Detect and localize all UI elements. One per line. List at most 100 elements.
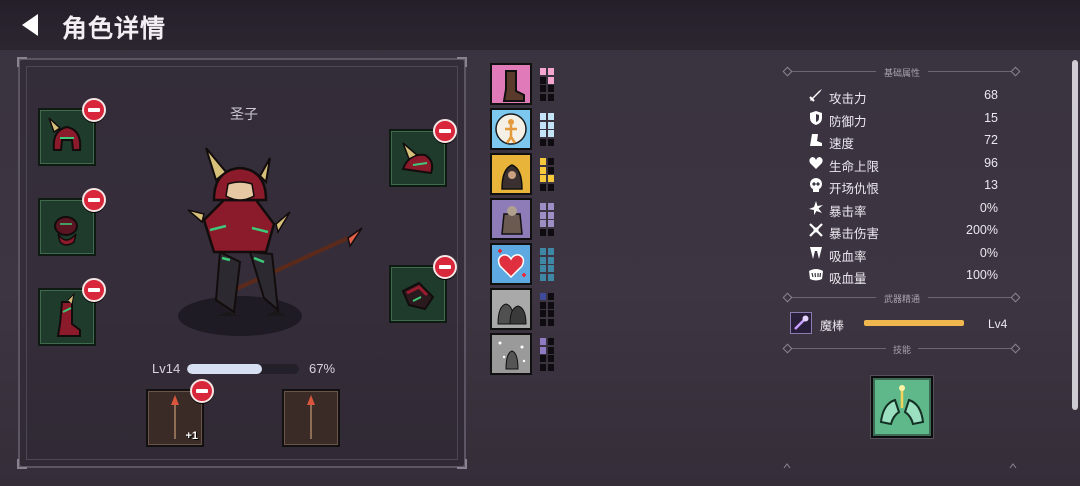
trait-tile[interactable] xyxy=(490,63,532,105)
weapon-slot-main[interactable]: +1 xyxy=(146,379,214,447)
section-header-weapon-mastery: 武器精通 xyxy=(782,292,1021,304)
trait-tile[interactable] xyxy=(490,153,532,195)
trait-pip-filled xyxy=(540,68,546,75)
dark-figures-icon xyxy=(497,303,527,325)
magic-wand-icon xyxy=(794,315,809,330)
next-section-divider xyxy=(783,463,1017,469)
weapon-mastery-name: 魔棒 xyxy=(820,319,845,333)
stat-label: 生命上限 xyxy=(829,159,880,174)
stat-row: 速度 72 xyxy=(808,132,1000,151)
crit-burst-icon xyxy=(809,200,823,215)
trait-stack-indicator xyxy=(540,158,556,192)
trait-pip-filled xyxy=(548,211,554,219)
equip-slot-gloves[interactable] xyxy=(389,255,457,323)
trait-pip-filled xyxy=(540,130,546,137)
scrollbar[interactable] xyxy=(1072,60,1078,410)
section-title: 武器精通 xyxy=(883,294,920,304)
trait-pip-filled xyxy=(540,338,546,345)
trait-pip-filled xyxy=(548,248,554,255)
back-button[interactable] xyxy=(18,12,44,38)
trait-pip-filled xyxy=(548,76,554,84)
xp-progress-fill xyxy=(187,364,263,374)
equip-slot-helmet[interactable] xyxy=(38,98,106,166)
panel-corner xyxy=(457,459,467,469)
section-title: 技能 xyxy=(892,345,911,355)
top-bar: 角色详情 xyxy=(0,0,1080,50)
trait-tile[interactable] xyxy=(490,108,532,150)
remove-equipment-button[interactable] xyxy=(82,188,106,212)
character-level: Lv14 xyxy=(152,361,181,376)
remove-weapon-button[interactable] xyxy=(190,379,214,403)
armored-knight-icon xyxy=(178,147,363,336)
panel-corner xyxy=(17,57,27,67)
trait-pip-empty xyxy=(548,355,554,362)
section-header-base-stats: 基础属性 xyxy=(782,66,1021,78)
panel-corner xyxy=(17,459,27,469)
stat-value: 0% xyxy=(979,245,998,260)
trait-pip-empty xyxy=(540,93,546,101)
equip-slot-armor[interactable] xyxy=(38,188,106,256)
stat-label: 攻击力 xyxy=(829,92,867,106)
stat-row: 攻击力 68 xyxy=(808,87,1000,106)
trait-tile[interactable] xyxy=(490,243,532,285)
trait-tile[interactable] xyxy=(490,288,532,330)
section-title: 基础属性 xyxy=(883,68,920,78)
stat-value: 100% xyxy=(966,268,998,282)
trait-pip-filled xyxy=(540,113,546,120)
trait-pip-empty xyxy=(540,183,546,191)
trait-pip-empty xyxy=(540,363,546,371)
trait-tile[interactable] xyxy=(490,333,532,375)
remove-equipment-button[interactable] xyxy=(82,278,106,302)
weapon-mastery-item[interactable] xyxy=(790,312,812,334)
trait-pip-filled xyxy=(540,256,546,264)
trait-pip-filled xyxy=(540,211,546,219)
stat-label: 速度 xyxy=(829,137,855,151)
snow-figure-icon xyxy=(498,341,526,370)
stat-row: 暴击伤害 200% xyxy=(808,222,1000,241)
trait-tile[interactable] xyxy=(490,198,532,240)
character-name: 圣子 xyxy=(230,106,258,122)
trait-pip-empty xyxy=(540,355,546,362)
heart-heal-icon xyxy=(497,249,526,279)
stat-value: 15 xyxy=(984,110,998,125)
back-arrow-icon xyxy=(22,14,38,36)
sword-icon xyxy=(809,89,822,102)
trait-pip-filled xyxy=(548,203,554,210)
trait-stack-indicator xyxy=(540,68,556,102)
jaw-icon xyxy=(809,269,823,281)
hooded-rogue-icon xyxy=(501,164,523,190)
armored-warrior-icon xyxy=(501,206,523,235)
skill-slot[interactable] xyxy=(871,376,933,438)
equip-slot-boots[interactable] xyxy=(38,278,106,346)
fang-icon xyxy=(810,246,822,259)
remove-equipment-button[interactable] xyxy=(433,119,457,143)
trait-pip-filled xyxy=(540,273,546,281)
trait-pip-empty xyxy=(548,85,554,92)
stat-label: 防御力 xyxy=(829,114,867,129)
equip-slot-accessory[interactable] xyxy=(389,119,457,187)
remove-equipment-button[interactable] xyxy=(433,255,457,279)
remove-equipment-button[interactable] xyxy=(82,98,106,122)
stat-value: 0% xyxy=(979,200,998,215)
weapon-upgrade-bonus: +1 xyxy=(185,430,198,442)
trait-pip-empty xyxy=(548,93,554,101)
xp-percent: 67% xyxy=(309,361,336,376)
trait-pip-filled xyxy=(548,121,554,129)
trait-pip-filled xyxy=(540,248,546,255)
crit-damage-icon xyxy=(809,223,823,237)
stat-value: 13 xyxy=(984,178,998,192)
trait-pip-filled xyxy=(548,256,554,264)
heart-icon xyxy=(809,156,823,169)
character-sprite xyxy=(170,140,370,340)
trait-pip-empty xyxy=(548,310,554,317)
trait-pip-filled xyxy=(548,113,554,120)
stat-label: 吸血率 xyxy=(829,249,867,264)
trait-pip-filled xyxy=(540,346,546,354)
skull-icon xyxy=(810,178,822,192)
weapon-slot-secondary[interactable] xyxy=(282,389,340,447)
trait-pip-empty xyxy=(540,228,546,236)
trait-stack-indicator xyxy=(540,248,556,282)
trait-pip-filled xyxy=(540,265,546,272)
trait-pip-empty xyxy=(540,318,546,326)
stat-label: 暴击伤害 xyxy=(829,227,880,241)
